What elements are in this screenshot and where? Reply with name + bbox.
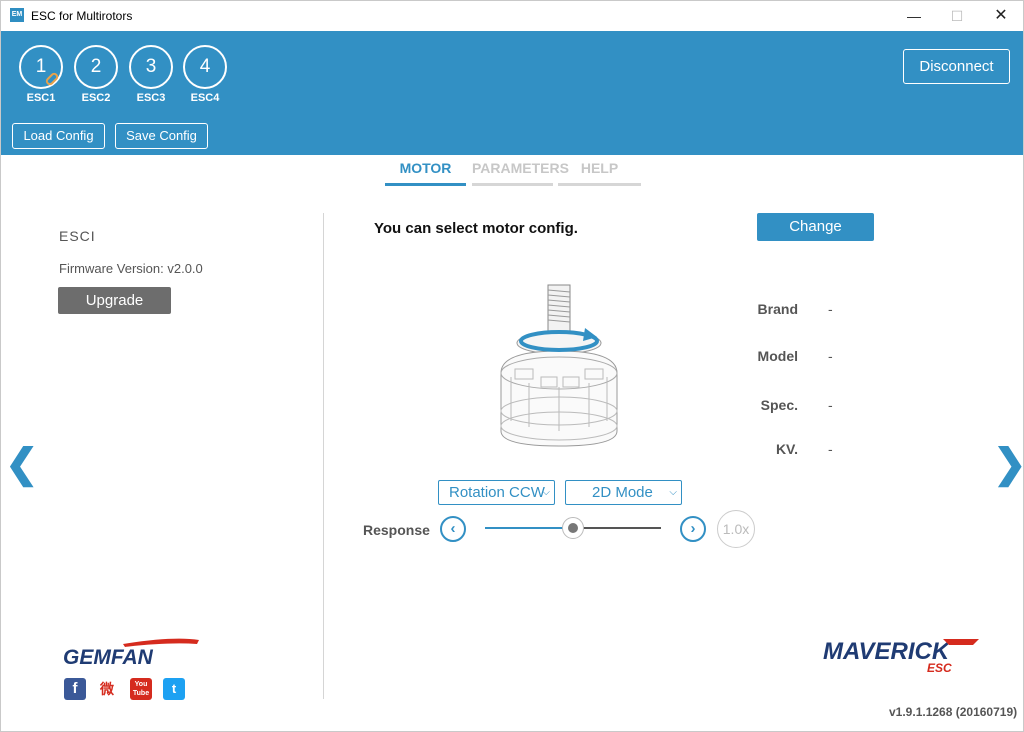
next-arrow-icon[interactable]: ❯ [993,441,1024,487]
gemfan-text: GEMFAN [63,646,154,669]
weibo-icon[interactable]: 微 [96,678,118,700]
tab-help[interactable]: HELP [558,160,641,186]
esc-name: ESCI [59,228,96,244]
motor-illustration [500,284,618,447]
spec-value: - [828,397,833,413]
minimize-button[interactable]: — [891,1,937,31]
response-slider-thumb[interactable] [562,517,584,539]
motor-config-prompt: You can select motor config. [374,220,578,237]
previous-arrow-icon[interactable]: ❮ [5,441,39,487]
tab-motor[interactable]: MOTOR [385,160,466,186]
gemfan-logo: GEMFAN [63,638,199,669]
response-slider-fill [485,527,573,529]
esc3-selector[interactable]: 3 ESC3 [128,45,174,104]
maximize-button[interactable]: ☐ [934,1,980,31]
kv-label: KV. [775,441,798,457]
esc1-circle[interactable]: 1 [19,45,63,89]
youtube-icon-bottom: Tube [132,690,150,697]
maverick-sub: ESC [927,661,952,675]
esc1-number: 1 [35,56,47,77]
esc4-circle[interactable]: 4 [183,45,227,89]
spec-label: Spec. [760,397,798,413]
rotation-select[interactable]: Rotation CCW ⌵ [438,480,555,505]
response-label: Response [363,522,430,538]
app-icon: EM [10,8,24,22]
model-label: Model [757,348,798,364]
mode-value: 2D Mode [592,484,653,501]
disconnect-button[interactable]: Disconnect [903,49,1010,84]
esc2-circle[interactable]: 2 [74,45,118,89]
rotation-value: Rotation CCW [449,484,545,501]
youtube-icon-top: You [134,681,148,688]
title-bar: EM ESC for Multirotors — ☐ ✕ [1,1,1023,31]
firmware-version: Firmware Version: v2.0.0 [59,261,203,276]
esc3-label: ESC3 [136,92,166,104]
save-config-button[interactable]: Save Config [115,123,208,149]
brand-label: Brand [757,301,798,317]
window-title: ESC for Multirotors [31,9,133,23]
esc3-circle[interactable]: 3 [129,45,173,89]
kv-value: - [828,441,833,457]
header-bar: 1 ESC1 2 ESC2 3 ESC3 4 ESC4 Load Config … [1,31,1023,155]
chevron-down-icon: ⌵ [542,487,550,498]
response-decrease-button[interactable]: ‹ [440,516,466,542]
esc4-number: 4 [199,56,211,77]
esc2-number: 2 [90,56,102,77]
panel-divider [323,213,324,699]
esc2-selector[interactable]: 2 ESC2 [73,45,119,104]
youtube-icon[interactable]: You Tube [130,678,152,700]
response-multiplier: 1.0x [717,510,755,548]
esc4-selector[interactable]: 4 ESC4 [182,45,228,104]
change-button[interactable]: Change [757,213,874,241]
esc4-label: ESC4 [190,92,220,104]
mode-select[interactable]: 2D Mode ⌵ [565,480,682,505]
link-icon [44,71,60,87]
load-config-button[interactable]: Load Config [12,123,105,149]
facebook-icon[interactable]: f [64,678,86,700]
esc3-number: 3 [145,56,157,77]
close-button[interactable]: ✕ [978,1,1024,31]
esc1-selector[interactable]: 1 ESC1 [18,45,64,104]
response-increase-button[interactable]: › [680,516,706,542]
esc2-label: ESC2 [81,92,111,104]
chevron-down-icon: ⌵ [669,487,677,498]
twitter-icon[interactable]: t [163,678,185,700]
maverick-logo: MAVERICK ESC [823,638,979,675]
brand-value: - [828,301,833,317]
esc1-label: ESC1 [26,92,56,104]
upgrade-button[interactable]: Upgrade [58,287,171,314]
tab-parameters[interactable]: PARAMETERS [472,160,569,186]
model-value: - [828,348,833,364]
app-version: v1.9.1.1268 (20160719) [889,705,1018,719]
